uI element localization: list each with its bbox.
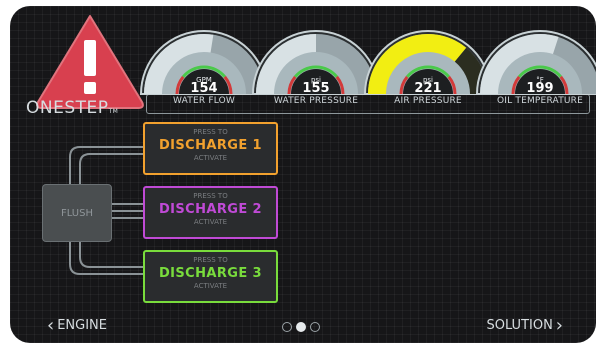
discharge-activate-label: ACTIVATE	[193, 218, 228, 226]
discharge-3-button[interactable]: PRESS TO DISCHARGE 3 ACTIVATE	[143, 250, 278, 303]
page-indicator	[282, 322, 320, 332]
discharge-2-button[interactable]: PRESS TO DISCHARGE 2 ACTIVATE	[143, 186, 278, 239]
page-dot[interactable]	[310, 322, 320, 332]
flush-label: FLUSH	[60, 207, 93, 219]
connector-lines	[69, 146, 143, 275]
nav-prev-label: ENGINE	[57, 318, 107, 333]
discharge-press-label: PRESS TO	[193, 192, 228, 200]
device-screen: ONESTEPTM GPM 154 WATER FLOW psi 155 WATER PR…	[10, 6, 596, 343]
discharge-activate-label: ACTIVATE	[193, 154, 228, 162]
discharge-press-label: PRESS TO	[193, 128, 228, 136]
page-dot[interactable]	[296, 322, 306, 332]
discharge-name: DISCHARGE 2	[158, 202, 262, 217]
chevron-left-icon: ‹	[47, 314, 55, 336]
nav-next-label: SOLUTION	[486, 318, 553, 333]
discharge-press-label: PRESS TO	[193, 256, 228, 264]
discharge-activate-label: ACTIVATE	[193, 282, 228, 290]
flush-button[interactable]: FLUSH	[42, 184, 112, 242]
nav-next-button[interactable]: SOLUTION ›	[486, 314, 566, 336]
page-dot[interactable]	[282, 322, 292, 332]
nav-prev-button[interactable]: ‹ ENGINE	[44, 314, 107, 336]
discharge-name: DISCHARGE 3	[158, 266, 262, 281]
discharge-name: DISCHARGE 1	[158, 138, 262, 153]
chevron-right-icon: ›	[555, 314, 563, 336]
discharge-1-button[interactable]: PRESS TO DISCHARGE 1 ACTIVATE	[143, 122, 278, 175]
